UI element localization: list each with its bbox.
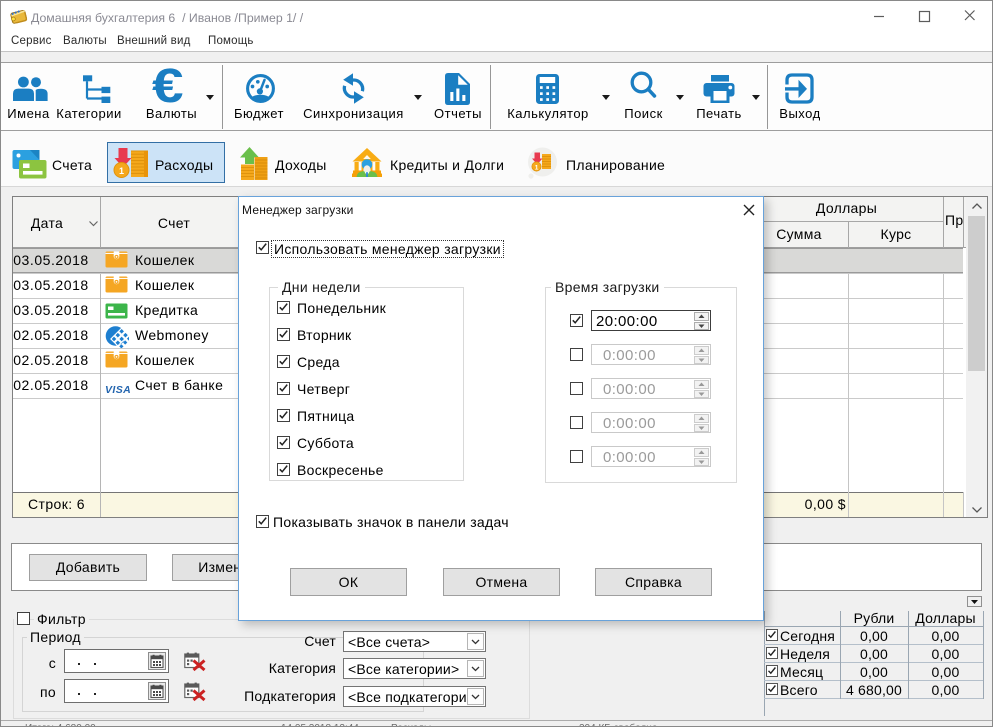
svg-text:VISA: VISA	[105, 384, 131, 394]
svg-text:1: 1	[535, 165, 539, 172]
svg-text:1: 1	[119, 166, 124, 176]
